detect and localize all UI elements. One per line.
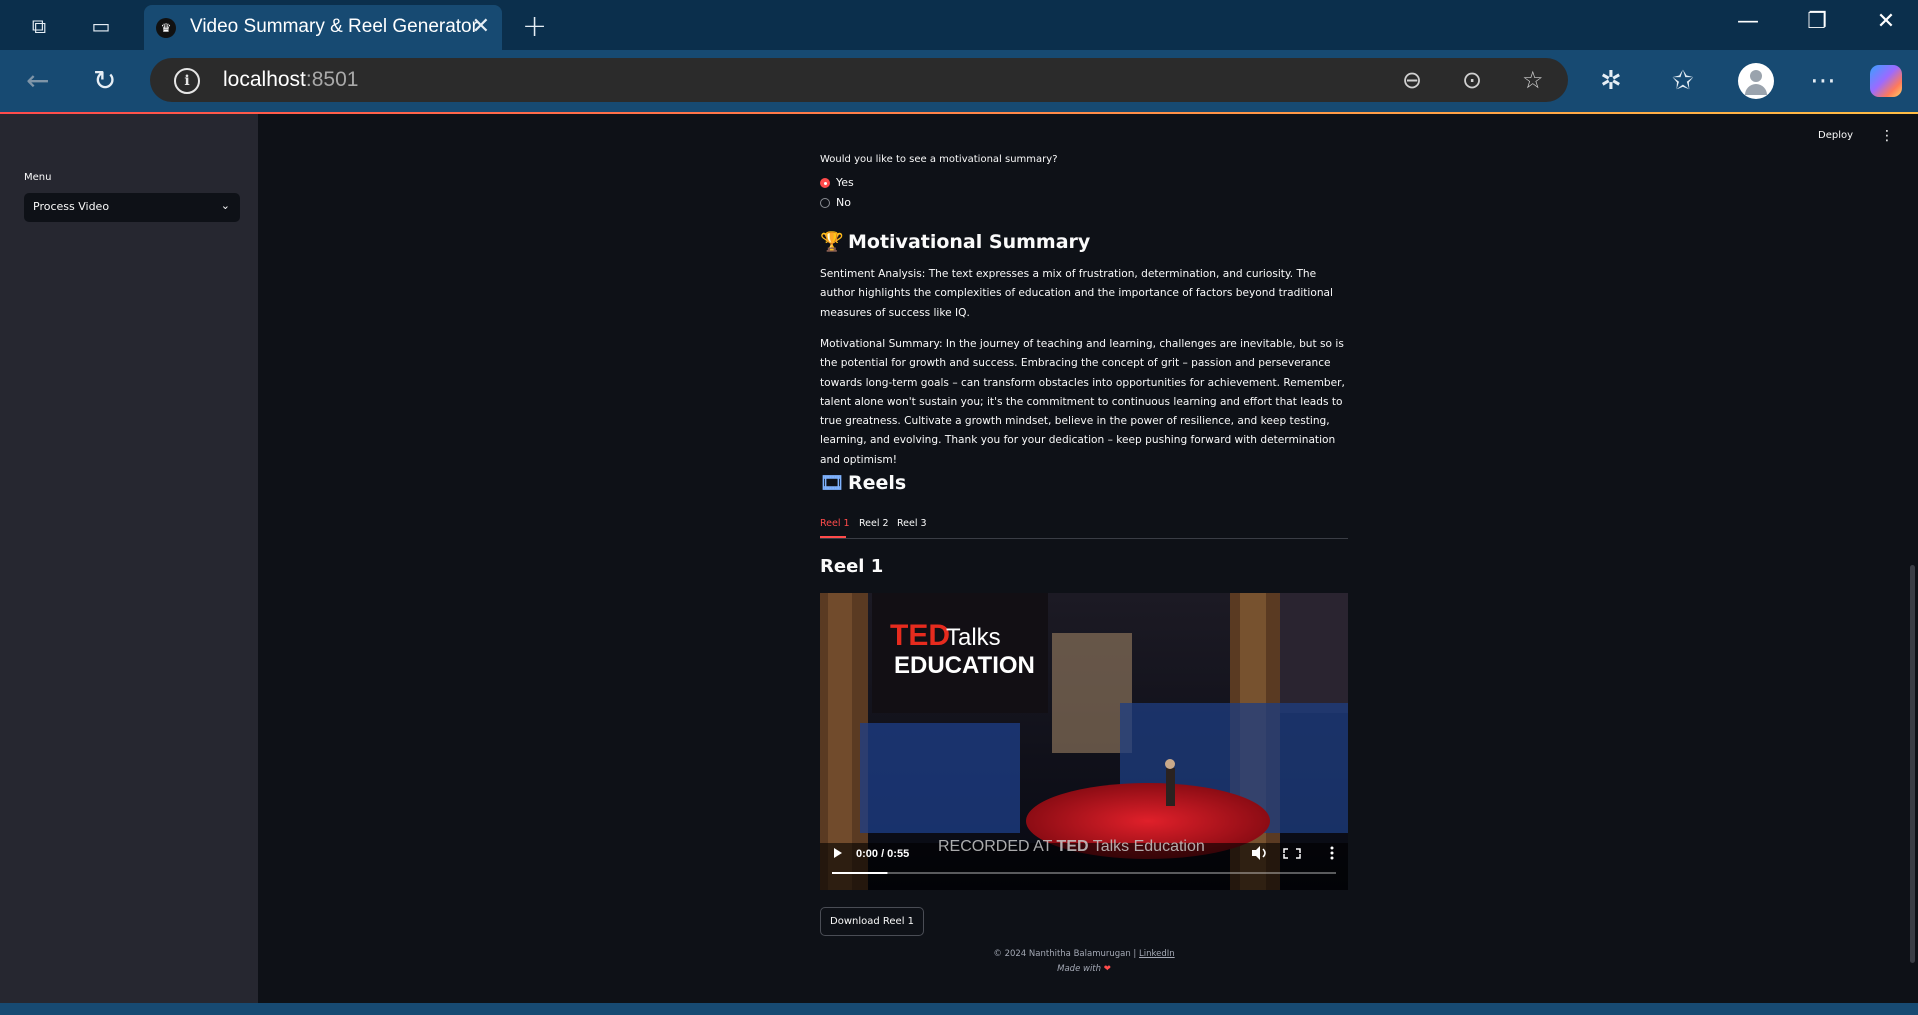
video-progress-fill [832, 872, 888, 874]
ted-logo: TED [890, 619, 950, 652]
radio-yes-indicator[interactable] [820, 178, 830, 188]
sentiment-analysis-text: Sentiment Analysis: The text expresses a… [820, 268, 1333, 319]
linkedin-link[interactable]: LinkedIn [1139, 949, 1175, 959]
radio-no[interactable]: No [820, 196, 851, 209]
radio-no-label: No [836, 196, 851, 209]
motivational-question: Would you like to see a motivational sum… [820, 154, 1058, 165]
talks-logo: Talks [946, 624, 1001, 651]
trophy-icon: 🏆 [820, 231, 844, 253]
minimize-icon[interactable]: — [1728, 9, 1768, 34]
window-close-icon[interactable]: ✕ [1866, 9, 1906, 34]
tab-reel-1[interactable]: Reel 1 [820, 518, 850, 529]
download-reel-button[interactable]: Download Reel 1 [820, 907, 925, 936]
video-time: 0:00 / 0:55 [856, 848, 909, 860]
favorite-star-icon[interactable]: ☆ [1522, 66, 1544, 94]
radio-yes-label: Yes [836, 176, 854, 189]
film-frames-icon: 🎞 [820, 472, 845, 494]
streamlit-favicon-icon: ♛ [156, 18, 176, 38]
deploy-button[interactable]: Deploy [1818, 130, 1853, 141]
heart-icon: ❤ [1103, 964, 1111, 974]
video-frame: TED Talks EDUCATION RECORDED AT TED Talk… [820, 593, 1348, 890]
menu-select-value: Process Video [33, 200, 110, 213]
restore-icon[interactable]: ❐ [1797, 9, 1837, 34]
chevron-down-icon: ⌄ [220, 199, 230, 212]
tab-actions-icon[interactable]: ▭ [88, 13, 114, 39]
footer-copyright: © 2024 Nanthitha Balamurugan | LinkedIn [993, 949, 1175, 959]
profile-avatar[interactable] [1738, 63, 1774, 99]
scrollbar-thumb[interactable] [1910, 565, 1915, 963]
settings-more-icon[interactable]: ⋯ [1810, 64, 1836, 98]
radio-no-indicator[interactable] [820, 198, 830, 208]
copilot-icon[interactable] [1870, 65, 1902, 97]
reels-heading: 🎞 Reels [820, 472, 907, 494]
video-player[interactable]: TED Talks EDUCATION RECORDED AT TED Talk… [820, 593, 1348, 890]
close-tab-icon[interactable]: ✕ [472, 14, 490, 39]
tab-reel-2[interactable]: Reel 2 [859, 518, 889, 529]
url-text: localhost:8501 [223, 68, 359, 91]
new-tab-icon[interactable]: + [522, 9, 547, 44]
menu-label: Menu [24, 172, 52, 183]
motivational-summary-text: Motivational Summary: In the journey of … [820, 338, 1345, 466]
active-tab-indicator [820, 536, 846, 538]
motivational-summary-heading: 🏆 Motivational Summary [820, 231, 1091, 253]
workspaces-icon[interactable]: ⧉ [26, 13, 52, 39]
reel-tabs: Reel 1 Reel 2 Reel 3 [820, 514, 1348, 539]
reel-title: Reel 1 [820, 556, 884, 577]
main-menu-icon[interactable]: ⋮ [1880, 128, 1894, 144]
video-options-icon [1330, 846, 1334, 860]
video-watermark: RECORDED AT TED Talks Education [938, 838, 1205, 855]
more-options-icon[interactable]: ⊙ [1462, 66, 1482, 94]
menu-select[interactable]: Process Video ⌄ [24, 193, 240, 222]
refresh-icon[interactable]: ↻ [93, 64, 116, 98]
favorites-icon[interactable]: ✩ [1672, 64, 1694, 98]
browser-tab-bar: ⧉ ▭ ♛ Video Summary & Reel Generator ✕ +… [0, 0, 1918, 50]
address-bar-row: ← ↻ i localhost:8501 ⊖ ⊙ ☆ ✲ ✩ ⋯ [0, 50, 1918, 112]
radio-yes[interactable]: Yes [820, 176, 854, 189]
taskbar-edge [0, 1003, 1918, 1015]
zoom-out-icon[interactable]: ⊖ [1402, 66, 1422, 94]
url-field[interactable]: i localhost:8501 ⊖ ⊙ ☆ [150, 58, 1568, 102]
back-icon[interactable]: ← [26, 64, 49, 98]
site-info-icon[interactable]: i [174, 68, 200, 94]
app-top-accent [0, 112, 1918, 114]
footer-made-with: Made with ❤ [1057, 964, 1111, 974]
extensions-icon[interactable]: ✲ [1600, 64, 1622, 98]
video-progress-track [832, 872, 1336, 874]
sidebar: Menu Process Video ⌄ [0, 114, 258, 1003]
browser-tab-active[interactable]: ♛ Video Summary & Reel Generator ✕ [144, 5, 502, 50]
tab-title: Video Summary & Reel Generator [190, 16, 478, 37]
education-logo: EDUCATION [894, 652, 1035, 679]
tab-reel-3[interactable]: Reel 3 [897, 518, 927, 529]
